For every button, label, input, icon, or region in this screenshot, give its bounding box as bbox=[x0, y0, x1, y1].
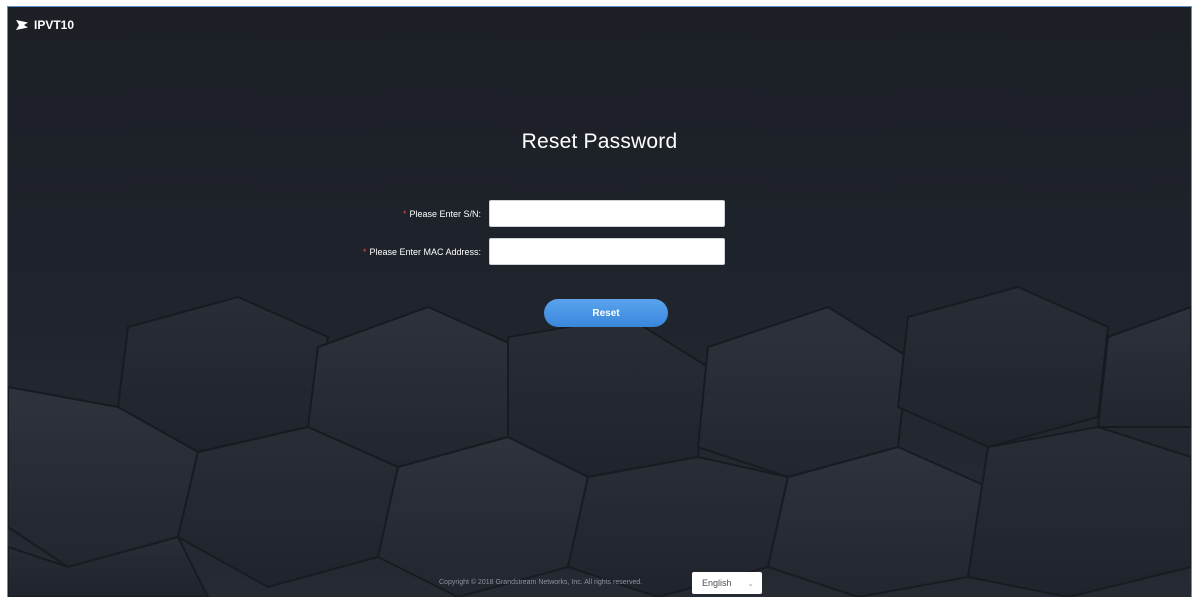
sn-input[interactable] bbox=[489, 200, 725, 227]
app-name: IPVT10 bbox=[34, 18, 75, 32]
required-mark: * bbox=[402, 208, 407, 219]
language-value: English bbox=[702, 578, 732, 588]
app-brand: IPVT10 bbox=[16, 18, 74, 32]
copyright-text: Copyright © 2018 Grandstream Networks, I… bbox=[439, 579, 643, 586]
language-select[interactable]: English ⌄ bbox=[692, 572, 762, 594]
chevron-down-icon: ⌄ bbox=[747, 578, 754, 588]
required-mark: * bbox=[362, 246, 367, 257]
sn-label: * Please Enter S/N: bbox=[403, 209, 481, 219]
login-page: IPVT10 Reset Password * Please Enter S/N:… bbox=[7, 6, 1192, 597]
mac-label: * Please Enter MAC Address: bbox=[363, 247, 481, 257]
reset-button[interactable]: Reset bbox=[544, 299, 668, 327]
mac-row: * Please Enter MAC Address: bbox=[8, 238, 725, 265]
sn-label-text: Please Enter S/N: bbox=[409, 208, 481, 219]
page-title: Reset Password bbox=[521, 130, 678, 153]
mac-address-input[interactable] bbox=[489, 238, 725, 265]
footer: Copyright © 2018 Grandstream Networks, I… bbox=[8, 570, 1191, 596]
sn-row: * Please Enter S/N: bbox=[8, 200, 725, 227]
mac-label-text: Please Enter MAC Address: bbox=[369, 246, 481, 257]
grandstream-logo-icon bbox=[16, 20, 28, 30]
